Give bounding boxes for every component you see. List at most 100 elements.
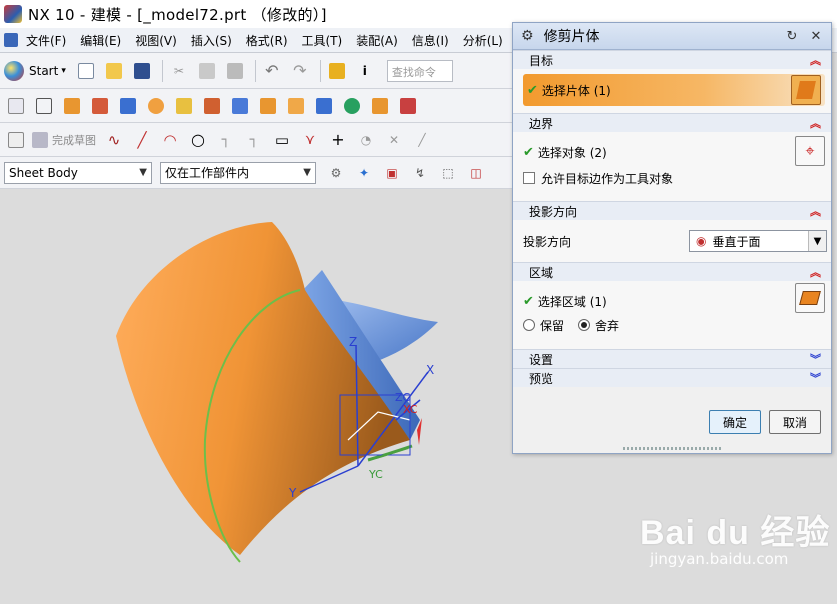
- type-filter-select[interactable]: Sheet Body ▼: [4, 161, 152, 184]
- unite-icon[interactable]: [312, 94, 336, 118]
- selection-intent-icon[interactable]: ▣: [380, 161, 404, 185]
- collapse-chevron-icon[interactable]: ︽: [810, 264, 821, 280]
- selection-toolbar: Sheet Body ▼ 仅在工作部件内 ▼ ⚙ ✦ ▣ ↯ ⬚ ◫: [0, 157, 512, 189]
- profile-icon[interactable]: ∿: [102, 128, 126, 152]
- paste-icon[interactable]: [223, 59, 247, 83]
- chamfer-icon[interactable]: ┐: [242, 128, 266, 152]
- axis-label-y: Y: [288, 486, 297, 500]
- allow-target-edge-row[interactable]: 允许目标边作为工具对象: [523, 166, 825, 190]
- undo-icon[interactable]: ↶: [260, 59, 284, 83]
- boss-icon[interactable]: [172, 94, 196, 118]
- hole-icon[interactable]: [144, 94, 168, 118]
- select-sheet-button[interactable]: [791, 75, 821, 105]
- pocket-icon[interactable]: [200, 94, 224, 118]
- point-icon[interactable]: +: [326, 128, 350, 152]
- menu-app-icon[interactable]: [4, 33, 18, 47]
- select-box-icon[interactable]: ⬚: [436, 161, 460, 185]
- close-icon[interactable]: ✕: [807, 29, 825, 44]
- section-header-preview[interactable]: 预览 ︾: [513, 368, 831, 387]
- menu-assembly[interactable]: 装配(A): [356, 32, 398, 49]
- extend-curve-icon[interactable]: ╱: [410, 128, 434, 152]
- open-folder-icon[interactable]: [102, 59, 126, 83]
- revolve-icon[interactable]: [88, 94, 112, 118]
- reset-icon[interactable]: ↻: [783, 29, 801, 44]
- collapse-chevron-icon[interactable]: ︽: [810, 203, 821, 219]
- check-icon: ✔: [523, 144, 534, 160]
- fillet-icon[interactable]: ┐: [214, 128, 238, 152]
- dialog-title-bar: ⚙ 修剪片体 ↻ ✕: [513, 23, 831, 50]
- feature-toolbar: [0, 89, 512, 123]
- discard-radio[interactable]: [578, 319, 591, 331]
- arc-icon[interactable]: ◠: [158, 128, 182, 152]
- edge-blend-icon[interactable]: [396, 94, 420, 118]
- gear-icon[interactable]: ⚙: [521, 28, 534, 44]
- command-finder-icon[interactable]: [325, 59, 349, 83]
- menu-format[interactable]: 格式(R): [246, 32, 288, 49]
- section-header-boundary[interactable]: 边界 ︽: [513, 113, 831, 132]
- finish-sketch-button[interactable]: 完成草图: [32, 131, 96, 148]
- info-icon[interactable]: i: [353, 59, 377, 83]
- projection-direction-value: 垂直于面: [712, 234, 761, 249]
- chevron-down-icon: ▼: [808, 231, 826, 251]
- menu-edit[interactable]: 编辑(E): [80, 32, 121, 49]
- offset-face-icon[interactable]: [228, 94, 252, 118]
- datum-plane-icon[interactable]: [32, 94, 56, 118]
- section-header-settings[interactable]: 设置 ︾: [513, 349, 831, 368]
- ok-button[interactable]: 确定: [709, 410, 761, 434]
- check-icon: ✔: [523, 293, 534, 309]
- scope-filter-select[interactable]: 仅在工作部件内 ▼: [160, 161, 316, 184]
- expand-chevron-icon[interactable]: ︾: [810, 351, 821, 367]
- discard-label: 舍弃: [595, 318, 620, 333]
- rectangle-icon[interactable]: ▭: [270, 128, 294, 152]
- select-object-button[interactable]: ⌖: [795, 136, 825, 166]
- cancel-button[interactable]: 取消: [769, 410, 821, 434]
- select-region-row[interactable]: ✔ 选择区域 (1): [523, 283, 825, 313]
- target-sheet-surface[interactable]: [116, 222, 410, 555]
- sketch-task-icon[interactable]: [4, 128, 28, 152]
- command-search-input[interactable]: 查找命令: [386, 59, 453, 82]
- combine-icon[interactable]: [340, 94, 364, 118]
- menu-tools[interactable]: 工具(T): [302, 32, 343, 49]
- select-all-icon[interactable]: ↯: [408, 161, 432, 185]
- trim-curve-icon[interactable]: ✕: [382, 128, 406, 152]
- menu-view[interactable]: 视图(V): [135, 32, 177, 49]
- section-header-projection[interactable]: 投影方向 ︽: [513, 201, 831, 220]
- snap-point-icon[interactable]: ✦: [352, 161, 376, 185]
- copy-icon[interactable]: [195, 59, 219, 83]
- fit-icon[interactable]: ◔: [354, 128, 378, 152]
- cut-icon[interactable]: ✂: [167, 59, 191, 83]
- menu-file[interactable]: 文件(F): [26, 32, 66, 49]
- save-icon[interactable]: [130, 59, 154, 83]
- redo-icon[interactable]: ↷: [288, 59, 312, 83]
- menu-information[interactable]: 信息(I): [412, 32, 449, 49]
- menu-insert[interactable]: 插入(S): [191, 32, 232, 49]
- sketch-icon[interactable]: [4, 94, 28, 118]
- collapse-chevron-icon[interactable]: ︽: [810, 52, 821, 68]
- extrude-icon[interactable]: [60, 94, 84, 118]
- start-button[interactable]: Start ▾: [4, 60, 66, 81]
- section-header-region[interactable]: 区域 ︽: [513, 262, 831, 281]
- chevron-down-icon: ▼: [139, 167, 147, 178]
- line-icon[interactable]: ╱: [130, 128, 154, 152]
- filter-settings-icon[interactable]: ⚙: [324, 161, 348, 185]
- select-object-row[interactable]: ✔ 选择对象 (2) ⌖: [523, 136, 825, 166]
- new-file-icon[interactable]: [74, 59, 98, 83]
- polygon-icon[interactable]: ⋎: [298, 128, 322, 152]
- standard-toolbar: Start ▾ ✂ ↶ ↷ i 查找命令: [0, 53, 512, 89]
- section-header-target[interactable]: 目标 ︽: [513, 50, 831, 69]
- circle-icon[interactable]: ○: [186, 128, 210, 152]
- collapse-chevron-icon[interactable]: ︽: [810, 115, 821, 131]
- select-region-button[interactable]: [795, 283, 825, 313]
- deselect-icon[interactable]: ◫: [464, 161, 488, 185]
- menu-analysis[interactable]: 分析(L): [463, 32, 503, 49]
- select-sheet-row[interactable]: ✔ 选择片体 (1): [523, 74, 825, 106]
- pattern-icon[interactable]: [256, 94, 280, 118]
- resize-grip[interactable]: [623, 447, 723, 450]
- array-icon[interactable]: [284, 94, 308, 118]
- keep-radio[interactable]: [523, 319, 535, 331]
- allow-target-edge-checkbox[interactable]: [523, 172, 535, 184]
- expand-chevron-icon[interactable]: ︾: [810, 370, 821, 386]
- projection-direction-select[interactable]: ◉ 垂直于面 ▼: [689, 230, 827, 252]
- trim-body-icon[interactable]: [368, 94, 392, 118]
- block-icon[interactable]: [116, 94, 140, 118]
